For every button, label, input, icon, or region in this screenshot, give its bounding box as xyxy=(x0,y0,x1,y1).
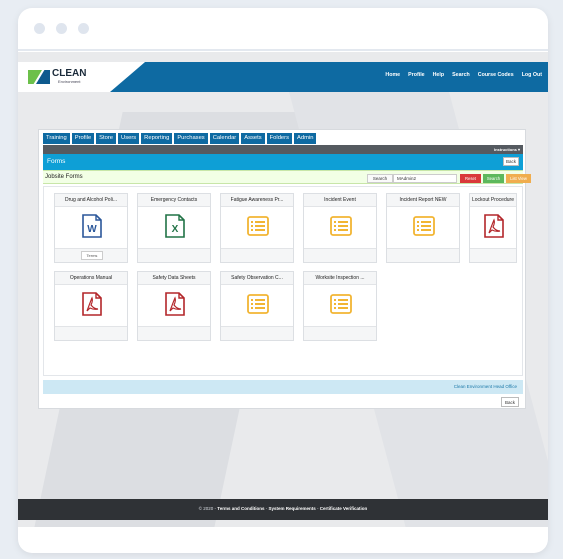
reset-button[interactable]: Reset xyxy=(460,174,481,183)
tab-training[interactable]: Training xyxy=(43,133,70,144)
card-title: Safety Observation C... xyxy=(221,272,293,285)
form-card[interactable]: Fatigue Awareness Pr... xyxy=(220,193,294,263)
pdf-icon xyxy=(483,214,505,238)
excel-icon: X xyxy=(164,214,186,238)
tab-assets[interactable]: Assets xyxy=(241,133,265,144)
main-tabs: Training Profile Store Users Reporting P… xyxy=(43,133,317,144)
window-dot xyxy=(56,23,67,34)
card-title: Operations Manual xyxy=(55,272,127,285)
form-card[interactable]: Emergency Contacts X xyxy=(137,193,211,263)
form-icon xyxy=(247,214,269,238)
site-header: CLEAN Environment Home Profile Help Sear… xyxy=(18,62,548,92)
logo-mark-icon xyxy=(28,70,50,84)
form-card[interactable]: Operations Manual xyxy=(54,271,128,341)
tab-purchases[interactable]: Purchases xyxy=(174,133,208,144)
nav-profile[interactable]: Profile xyxy=(408,72,424,78)
instructions-toggle[interactable]: Instructions ▾ xyxy=(494,147,520,152)
logo-subtext: Environment xyxy=(58,79,81,84)
card-title: Safety Data Sheets xyxy=(138,272,210,285)
logo[interactable]: CLEAN Environment xyxy=(28,68,98,88)
form-card[interactable]: Safety Data Sheets xyxy=(137,271,211,341)
logo-text: CLEAN xyxy=(52,68,87,79)
card-footer xyxy=(387,248,459,262)
window-dot xyxy=(78,23,89,34)
card-footer xyxy=(138,248,210,262)
copyright: © 2020 - xyxy=(198,506,217,511)
nav-help[interactable]: Help xyxy=(433,72,444,78)
svg-text:W: W xyxy=(87,224,97,235)
nav-log-out[interactable]: Log Out xyxy=(522,72,542,78)
nav-home[interactable]: Home xyxy=(385,72,400,78)
tab-profile[interactable]: Profile xyxy=(71,133,95,144)
form-card[interactable]: Safety Observation C... xyxy=(220,271,294,341)
card-footer: Terms xyxy=(55,248,127,262)
card-title: Incident Report NEW xyxy=(387,194,459,207)
search-label: Search xyxy=(367,174,393,183)
terms-button[interactable]: Terms xyxy=(81,251,103,260)
footer-text: © 2020 - Terms and Conditions - System R… xyxy=(198,506,368,511)
card-title: Fatigue Awareness Pr... xyxy=(221,194,293,207)
card-footer xyxy=(55,326,127,340)
card-footer xyxy=(304,248,376,262)
card-title: Worksite Inspection ... xyxy=(304,272,376,285)
content-panel: Training Profile Store Users Reporting P… xyxy=(38,129,531,409)
back-button-bottom[interactable]: Back xyxy=(501,397,519,407)
form-card[interactable]: Worksite Inspection ... xyxy=(303,271,377,341)
card-footer xyxy=(138,326,210,340)
browser-frame: CLEAN Environment Home Profile Help Sear… xyxy=(18,8,548,553)
page-title: Forms xyxy=(47,158,66,165)
form-icon xyxy=(413,214,435,238)
search-input[interactable]: MAdmin2 xyxy=(393,174,457,183)
section-title: Jobsite Forms xyxy=(45,174,83,180)
forms-grid: Drug and Alcohol Poli... W Terms Emergen… xyxy=(43,186,523,376)
office-bar: Clean Environment Head Office xyxy=(43,380,523,394)
back-button[interactable]: Back xyxy=(503,157,519,166)
form-card[interactable]: Lockout Procedure xyxy=(469,193,517,263)
tab-folders[interactable]: Folders xyxy=(266,133,292,144)
form-icon xyxy=(330,292,352,316)
card-title: Incident Event xyxy=(304,194,376,207)
top-nav: Home Profile Help Search Course Codes Lo… xyxy=(385,72,542,78)
pdf-icon xyxy=(164,292,186,316)
pdf-icon xyxy=(81,292,103,316)
forms-header: Forms Back xyxy=(43,154,523,170)
tab-reporting[interactable]: Reporting xyxy=(141,133,173,144)
card-title: Drug and Alcohol Poli... xyxy=(55,194,127,207)
form-icon xyxy=(247,292,269,316)
form-card[interactable]: Incident Report NEW xyxy=(386,193,460,263)
form-card[interactable]: Incident Event xyxy=(303,193,377,263)
card-title: Lockout Procedure xyxy=(470,194,516,207)
footer-link-system-requirements[interactable]: System Requirements xyxy=(268,506,315,511)
window-dot xyxy=(34,23,45,34)
card-footer xyxy=(470,248,516,262)
form-icon xyxy=(330,214,352,238)
card-footer xyxy=(304,326,376,340)
tab-store[interactable]: Store xyxy=(96,133,117,144)
search-button[interactable]: Search xyxy=(483,174,504,183)
tab-calendar[interactable]: Calendar xyxy=(209,133,240,144)
office-link[interactable]: Clean Environment Head Office xyxy=(454,384,517,389)
card-footer xyxy=(221,326,293,340)
footer-link-certificate-verification[interactable]: Certificate Verification xyxy=(320,506,368,511)
instructions-bar: Instructions ▾ xyxy=(43,145,523,154)
window-controls xyxy=(34,23,89,34)
tab-admin[interactable]: Admin xyxy=(293,133,317,144)
tab-users[interactable]: Users xyxy=(118,133,140,144)
list-view-button[interactable]: List View xyxy=(506,174,531,183)
nav-course-codes[interactable]: Course Codes xyxy=(478,72,514,78)
site-footer: © 2020 - Terms and Conditions - System R… xyxy=(18,499,548,520)
website: CLEAN Environment Home Profile Help Sear… xyxy=(18,52,548,527)
nav-search[interactable]: Search xyxy=(452,72,470,78)
word-icon: W xyxy=(81,214,103,238)
svg-text:X: X xyxy=(172,224,179,235)
jobsite-forms-bar: Jobsite Forms Search MAdmin2 Reset Searc… xyxy=(43,170,531,184)
form-card[interactable]: Drug and Alcohol Poli... W Terms xyxy=(54,193,128,263)
card-footer xyxy=(221,248,293,262)
card-title: Emergency Contacts xyxy=(138,194,210,207)
footer-link-terms[interactable]: Terms and Conditions xyxy=(217,506,264,511)
divider xyxy=(18,49,548,51)
